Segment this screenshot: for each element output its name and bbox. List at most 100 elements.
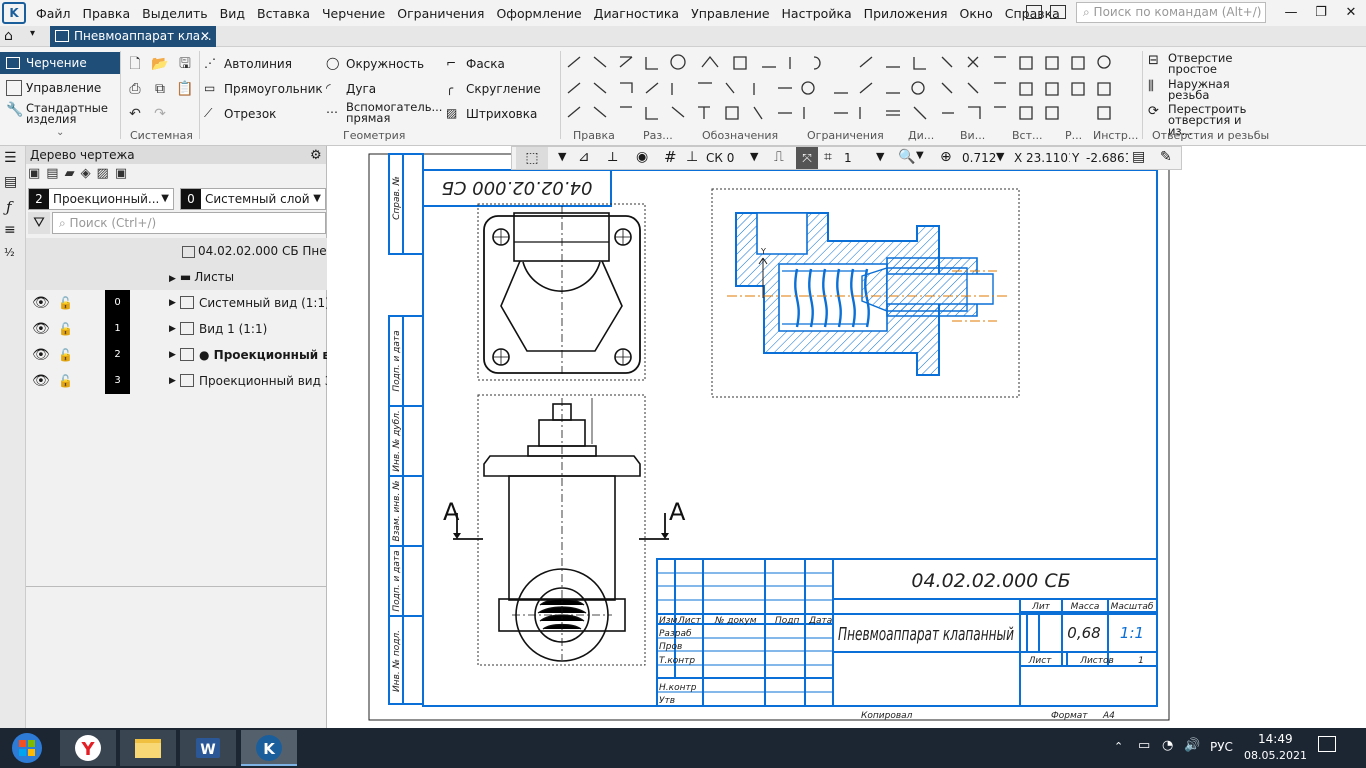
kompas-logo-icon[interactable]: K <box>2 2 26 24</box>
mode-standard-parts-button[interactable]: 🔧 Стандартные изделия <box>6 102 118 125</box>
home-icon[interactable]: ⌂ <box>4 28 20 44</box>
undo-icon[interactable]: ↶ <box>126 105 144 123</box>
menu-file[interactable]: Файл <box>30 6 77 21</box>
menu-select[interactable]: Выделить <box>136 6 214 21</box>
visibility-eye-icon[interactable]: 👁 <box>32 342 50 368</box>
tree-sheets-item[interactable]: ▶ ▬ Листы <box>26 264 327 290</box>
rectangle-button[interactable]: ▭ Прямоугольник <box>204 79 323 99</box>
menu-control[interactable]: Управление <box>685 6 775 21</box>
filter-icon[interactable]: ⛛ <box>28 212 50 234</box>
new-doc-icon[interactable]: 🗋 <box>126 55 144 73</box>
tree-row-view-1[interactable]: 👁 🔓 1 ▶ Вид 1 (1:1) <box>26 316 327 342</box>
axis-icon[interactable]: ⊥ <box>686 149 698 165</box>
screen-settings-icon[interactable] <box>1050 5 1066 19</box>
cs-value[interactable]: СК 0 <box>706 151 734 165</box>
view-combo[interactable]: 2 Проекционный... ▼ <box>28 188 174 210</box>
numbering-icon[interactable]: ⅟₂ <box>4 246 20 264</box>
expand-arrow-icon[interactable]: ▶ <box>169 316 176 342</box>
menu-drawing[interactable]: Черчение <box>316 6 391 21</box>
network-icon[interactable]: ◔ <box>1162 738 1173 753</box>
menu-apps[interactable]: Приложения <box>858 6 954 21</box>
minimize-icon[interactable]: — <box>1276 2 1306 24</box>
visibility-eye-icon[interactable]: 👁 <box>32 316 50 342</box>
menu-settings[interactable]: Настройка <box>776 6 858 21</box>
step-chevron-icon[interactable]: ▼ <box>876 150 884 163</box>
language-indicator[interactable]: РУС <box>1210 740 1233 754</box>
yandex-browser-button[interactable]: Y <box>60 730 116 766</box>
menu-constraints[interactable]: Ограничения <box>391 6 490 21</box>
aux-line-button[interactable]: ⋯ Вспомогатель... прямая <box>326 99 442 127</box>
menu-edit[interactable]: Правка <box>77 6 137 21</box>
visibility-eye-icon[interactable]: 👁 <box>32 368 50 394</box>
start-button[interactable] <box>6 732 48 764</box>
tray-keyboard-icon[interactable]: ▭ <box>1138 738 1150 753</box>
zoom-window-chevron-icon[interactable]: ▼ <box>916 150 924 161</box>
front-view[interactable]: A A <box>443 394 686 666</box>
zoom-value[interactable]: 0.712 <box>962 151 996 165</box>
tab-menu-chevron-icon[interactable]: ▾ <box>30 28 35 39</box>
expand-arrow-icon[interactable]: ▶ <box>169 342 176 368</box>
layer-combo[interactable]: 0 Системный слой ▼ <box>180 188 326 210</box>
step-icon[interactable]: ⌗ <box>824 149 832 165</box>
y-coordinate[interactable]: -2.6861 <box>1086 151 1128 165</box>
volume-icon[interactable]: 🔊 <box>1184 738 1200 753</box>
notifications-icon[interactable] <box>1318 736 1336 752</box>
hatch-button[interactable]: ▨ Штриховка <box>446 104 537 124</box>
arc-button[interactable]: ◜ Дуга <box>326 79 376 99</box>
top-view[interactable] <box>477 203 646 381</box>
circle-button[interactable]: ◯ Окружность <box>326 54 424 74</box>
tree-row-view-3[interactable]: 👁 🔓 3 ▶ Проекционный вид 3 (1 <box>26 368 327 394</box>
round-icon[interactable]: ⎍ <box>774 149 784 165</box>
unlock-icon[interactable]: 🔓 <box>58 342 73 368</box>
mode-drawing-button[interactable]: Черчение <box>0 52 120 74</box>
tree-settings-gear-icon[interactable]: ⚙ <box>310 147 322 165</box>
menu-view[interactable]: Вид <box>214 6 251 21</box>
tab-close-icon[interactable]: ✕ <box>200 26 210 47</box>
chamfer-button[interactable]: ⌐ Фаска <box>446 54 505 74</box>
menu-design[interactable]: Оформление <box>490 6 587 21</box>
expand-arrow-icon[interactable]: ▶ <box>169 274 176 284</box>
tree-panel-icon[interactable]: ☰ <box>4 150 20 168</box>
copy-icon[interactable]: ⧉ <box>151 80 169 98</box>
paste-icon[interactable]: 📋 <box>176 80 194 98</box>
print-icon[interactable]: ⎙ <box>126 80 144 98</box>
tab-drawing-document[interactable]: Пневмоаппарат кла... ✕ <box>50 26 216 47</box>
grid-icon[interactable]: # <box>664 148 677 166</box>
cs-chevron-icon[interactable]: ▼ <box>750 150 758 163</box>
section-view[interactable]: Y <box>711 188 1020 398</box>
expand-arrow-icon[interactable]: ▶ <box>169 290 176 316</box>
layers-icon[interactable]: ≡ <box>4 222 20 240</box>
save-icon[interactable]: 🖫 <box>176 55 194 73</box>
word-button[interactable]: W <box>180 730 236 766</box>
close-icon[interactable]: ✕ <box>1336 2 1366 24</box>
step-value[interactable]: 1 <box>844 151 852 165</box>
parameters-icon[interactable]: ▤ <box>4 174 20 192</box>
snap-mode-icon[interactable]: ⤧ <box>796 147 818 169</box>
visibility-eye-icon[interactable]: 👁 <box>32 290 50 316</box>
menu-window[interactable]: Окно <box>954 6 999 21</box>
menu-diagnostics[interactable]: Диагностика <box>588 6 685 21</box>
clock-date[interactable]: 08.05.2021 <box>1244 749 1307 762</box>
tree-toolbar-icons[interactable]: ▣▤▰◈▨▣ <box>28 166 188 186</box>
clock-time[interactable]: 14:49 <box>1258 732 1293 746</box>
command-search-input[interactable]: ⌕ Поиск по командам (Alt+/) <box>1076 2 1266 23</box>
fillet-button[interactable]: ╭ Скругление <box>446 79 541 99</box>
cs-dropdown-chevron-icon[interactable]: ▼ <box>558 150 566 163</box>
mode-control-button[interactable]: Управление <box>6 78 101 98</box>
window-layout-icon[interactable] <box>1026 5 1042 19</box>
simple-hole-button[interactable]: ⊟ Отверстие простое <box>1148 52 1258 75</box>
x-coordinate[interactable]: 23.1101 <box>1026 151 1070 165</box>
tree-row-view-2[interactable]: 👁 🔓 2 ▶ ● Проекционный вид <box>26 342 327 368</box>
redo-icon[interactable]: ↷ <box>151 105 169 123</box>
show-icon[interactable]: ◉ <box>636 149 648 165</box>
ortho-icon[interactable]: ⟂ <box>608 149 617 165</box>
menu-insert[interactable]: Вставка <box>251 6 316 21</box>
segment-button[interactable]: ⟋ Отрезок <box>204 104 276 124</box>
drawing-sheet[interactable]: 04.02.02.000 СБ Справ. № Подп. и дата Ин… <box>327 146 1366 728</box>
unlock-icon[interactable]: 🔓 <box>58 290 73 316</box>
restore-icon[interactable]: ❐ <box>1306 2 1336 24</box>
tree-root-item[interactable]: 04.02.02.000 СБ Пневмо <box>26 238 327 264</box>
ribbon-expand-chevron-icon[interactable]: ⌄ <box>56 127 64 138</box>
autoline-button[interactable]: ⋰ Автолиния <box>204 54 292 74</box>
zoom-icon[interactable]: ⊕ <box>940 149 952 165</box>
